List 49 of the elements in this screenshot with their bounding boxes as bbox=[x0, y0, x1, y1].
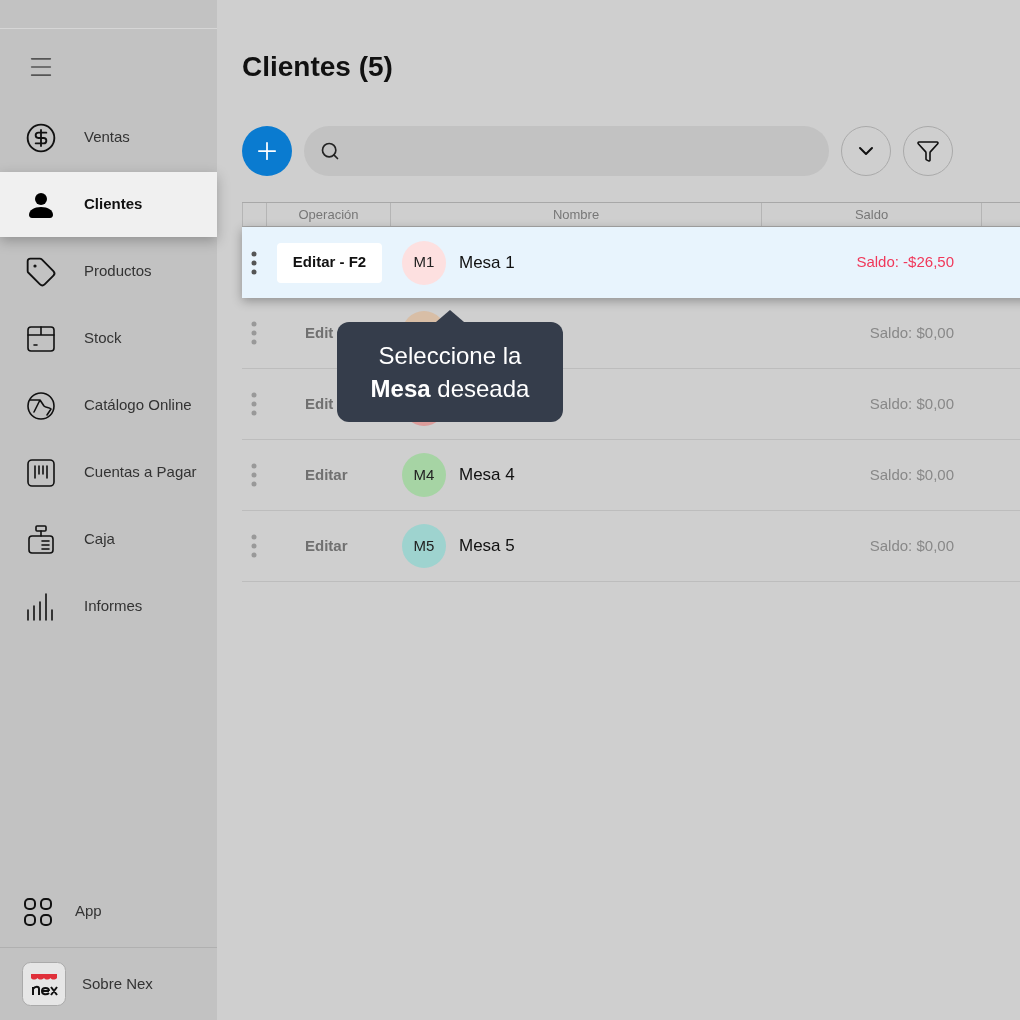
avatar: M5 bbox=[402, 524, 446, 568]
avatar: M1 bbox=[402, 240, 446, 285]
avatar: M4 bbox=[402, 453, 446, 497]
tooltip-text: Seleccione la Mesa deseada bbox=[370, 342, 530, 402]
header-cell bbox=[242, 203, 267, 226]
grid-icon bbox=[22, 895, 54, 928]
sidebar-item[interactable]: Cuentas a Pagar bbox=[0, 440, 217, 505]
globe-icon bbox=[25, 389, 57, 422]
sidebar-item[interactable]: Ventas bbox=[0, 105, 217, 170]
sidebar-item[interactable]: App bbox=[0, 876, 217, 948]
sidebar-item[interactable]: Catálogo Online bbox=[0, 373, 217, 438]
drag-handle-icon[interactable] bbox=[251, 321, 257, 345]
cash-register-icon bbox=[25, 523, 57, 556]
sidebar-item[interactable]: Caja bbox=[0, 507, 217, 572]
table-row[interactable]: Editar M5 Mesa 5 Saldo: $0,00 bbox=[242, 511, 1020, 582]
barcode-card-icon bbox=[25, 456, 57, 489]
sidebar-item[interactable]: Clientes bbox=[0, 172, 217, 237]
sidebar-item[interactable]: Sobre Nex bbox=[0, 948, 217, 1020]
dollar-icon bbox=[25, 121, 57, 154]
column-header: Saldo bbox=[854, 205, 889, 224]
drag-handle-icon[interactable] bbox=[251, 463, 257, 487]
sidebar-item[interactable]: Informes bbox=[0, 574, 217, 639]
search-field[interactable] bbox=[304, 126, 829, 176]
balance-text: Saldo: -$26,50 bbox=[855, 252, 954, 273]
filter-icon bbox=[916, 139, 940, 163]
logo-icon bbox=[22, 962, 66, 1006]
tag-icon bbox=[25, 255, 57, 288]
expand-button[interactable] bbox=[841, 126, 891, 176]
sidebar-item[interactable]: Stock bbox=[0, 306, 217, 371]
sidebar-item[interactable]: Productos bbox=[0, 239, 217, 304]
balance-text: Saldo: $0,00 bbox=[868, 464, 954, 485]
column-header: Nombre bbox=[552, 205, 600, 224]
filter-button[interactable] bbox=[903, 126, 953, 176]
drag-handle-icon[interactable] bbox=[251, 534, 257, 558]
client-name: Mesa 1 bbox=[459, 251, 515, 274]
client-name: Mesa 4 bbox=[459, 464, 515, 487]
table-row[interactable]: Editar M4 Mesa 4 Saldo: $0,00 bbox=[242, 440, 1020, 511]
balance-text: Saldo: $0,00 bbox=[868, 535, 954, 556]
drag-handle-icon[interactable] bbox=[251, 250, 257, 275]
balance-text: Saldo: $0,00 bbox=[868, 322, 954, 343]
balance-text: Saldo: $0,00 bbox=[868, 393, 954, 414]
drag-handle-icon[interactable] bbox=[251, 392, 257, 416]
table-row[interactable]: Editar - F2 M1 Mesa 1 Saldo: -$26,50 bbox=[242, 227, 1020, 298]
column-header: Operación bbox=[298, 205, 359, 224]
client-name: Mesa 5 bbox=[459, 535, 515, 558]
add-button[interactable] bbox=[242, 126, 292, 176]
edit-button[interactable]: Editar - F2 bbox=[276, 242, 383, 283]
search-icon bbox=[320, 141, 340, 161]
page-title: Clientes (5) bbox=[242, 50, 394, 84]
